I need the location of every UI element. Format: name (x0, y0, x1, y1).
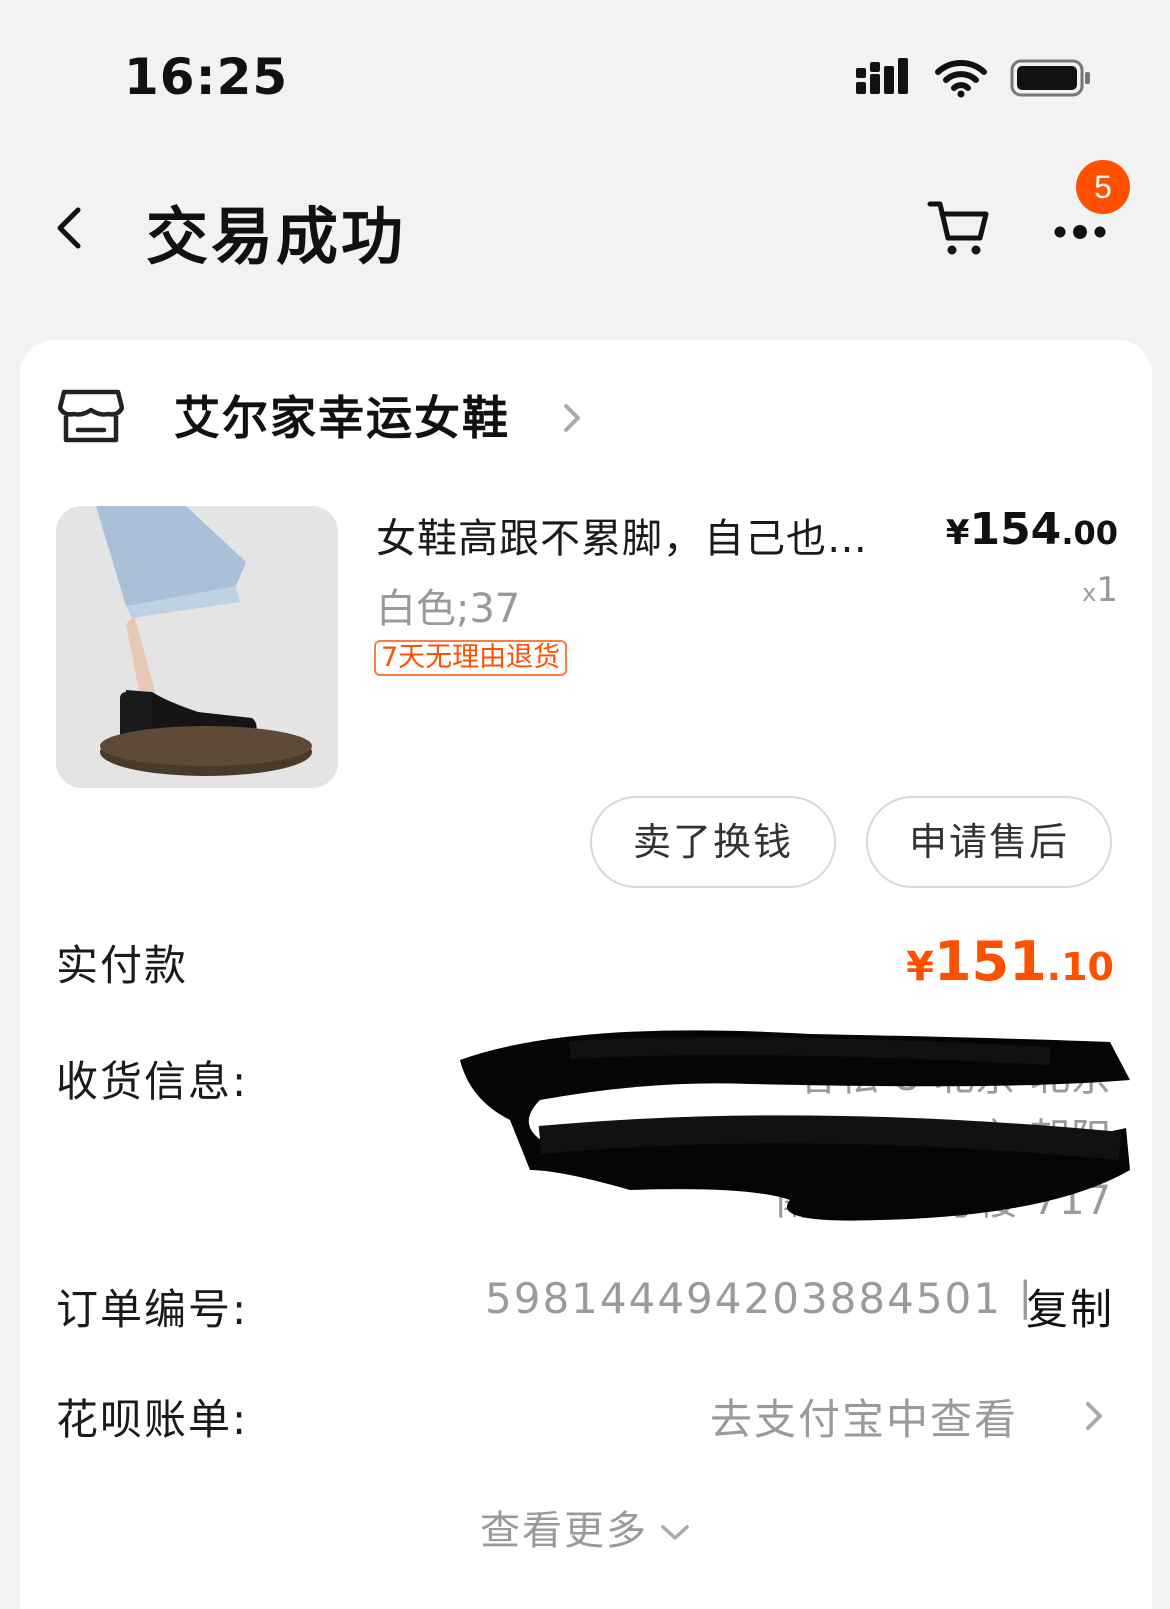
store-icon (58, 389, 124, 443)
address-line-2: 市 朝阳 (975, 1116, 1112, 1162)
chevron-right-icon[interactable] (1082, 1396, 1108, 1436)
product-photo (56, 506, 338, 788)
see-more-label: 查看更多 (480, 1508, 648, 1554)
chevron-down-icon (661, 1525, 689, 1540)
wifi-icon (935, 60, 987, 98)
nav-bar: 交易成功 5 (0, 160, 1170, 290)
shop-header[interactable]: 艾尔家幸运女鞋 (58, 378, 1058, 458)
product-title[interactable]: 女鞋高跟不累脚，自己也… (376, 506, 936, 564)
page-title: 交易成功 (146, 200, 407, 273)
price-integer: 154 (969, 504, 1062, 555)
status-bar: 16:25 (0, 0, 1170, 150)
status-time: 16:25 (124, 48, 289, 106)
quantity-value: 1 (1096, 570, 1118, 610)
paid-amount: ¥151.10 (906, 930, 1114, 993)
cellular-signal-icon (856, 58, 908, 94)
address-label: 收货信息: (56, 1057, 249, 1106)
notification-badge: 5 (1076, 160, 1130, 214)
product-sku: 白色;37 (376, 586, 521, 632)
paid-label: 实付款 (56, 941, 189, 990)
after-sale-button[interactable]: 申请售后 (866, 796, 1112, 888)
cart-icon[interactable] (922, 190, 994, 262)
price-decimal: .00 (1061, 514, 1118, 552)
order-number-label: 订单编号: (56, 1285, 249, 1334)
product-price: ¥154.00 (946, 504, 1118, 555)
paid-currency: ¥ (906, 944, 934, 990)
shop-name[interactable]: 艾尔家幸运女鞋 (174, 382, 510, 448)
see-more-button[interactable]: 查看更多 (20, 1498, 1152, 1556)
back-arrow-icon[interactable] (46, 198, 96, 258)
order-card: 艾尔家幸运女鞋 女鞋高跟不累脚，自己也… ¥154.00 白色;37 x1 7天… (20, 340, 1152, 1609)
address-line-1: 谷松 8 北京 北京 (798, 1054, 1112, 1100)
order-number: 5981444942038845​01 (485, 1274, 1002, 1323)
battery-icon (1010, 59, 1090, 97)
quantity-prefix: x (1082, 579, 1097, 607)
paid-decimal: .10 (1046, 945, 1114, 989)
address-text: 谷松 8 北京 北京 市 朝阳 南区 10 号楼 717 (392, 1046, 1112, 1232)
product-image[interactable] (56, 506, 338, 788)
paid-integer: 151 (933, 930, 1047, 993)
price-currency: ¥ (945, 513, 970, 553)
chevron-right-icon (564, 404, 580, 432)
huabei-link[interactable]: 去支付宝中查看 (710, 1386, 1018, 1447)
product-quantity: x1 (1082, 570, 1118, 610)
address-line-3: 南区 10 号楼 717 (774, 1178, 1112, 1224)
copy-button[interactable]: 复制 (1026, 1276, 1114, 1337)
return-policy-tag: 7天无理由退货 (374, 640, 568, 676)
huabei-label: 花呗账单: (56, 1395, 249, 1444)
sell-button[interactable]: 卖了换钱 (590, 796, 836, 888)
